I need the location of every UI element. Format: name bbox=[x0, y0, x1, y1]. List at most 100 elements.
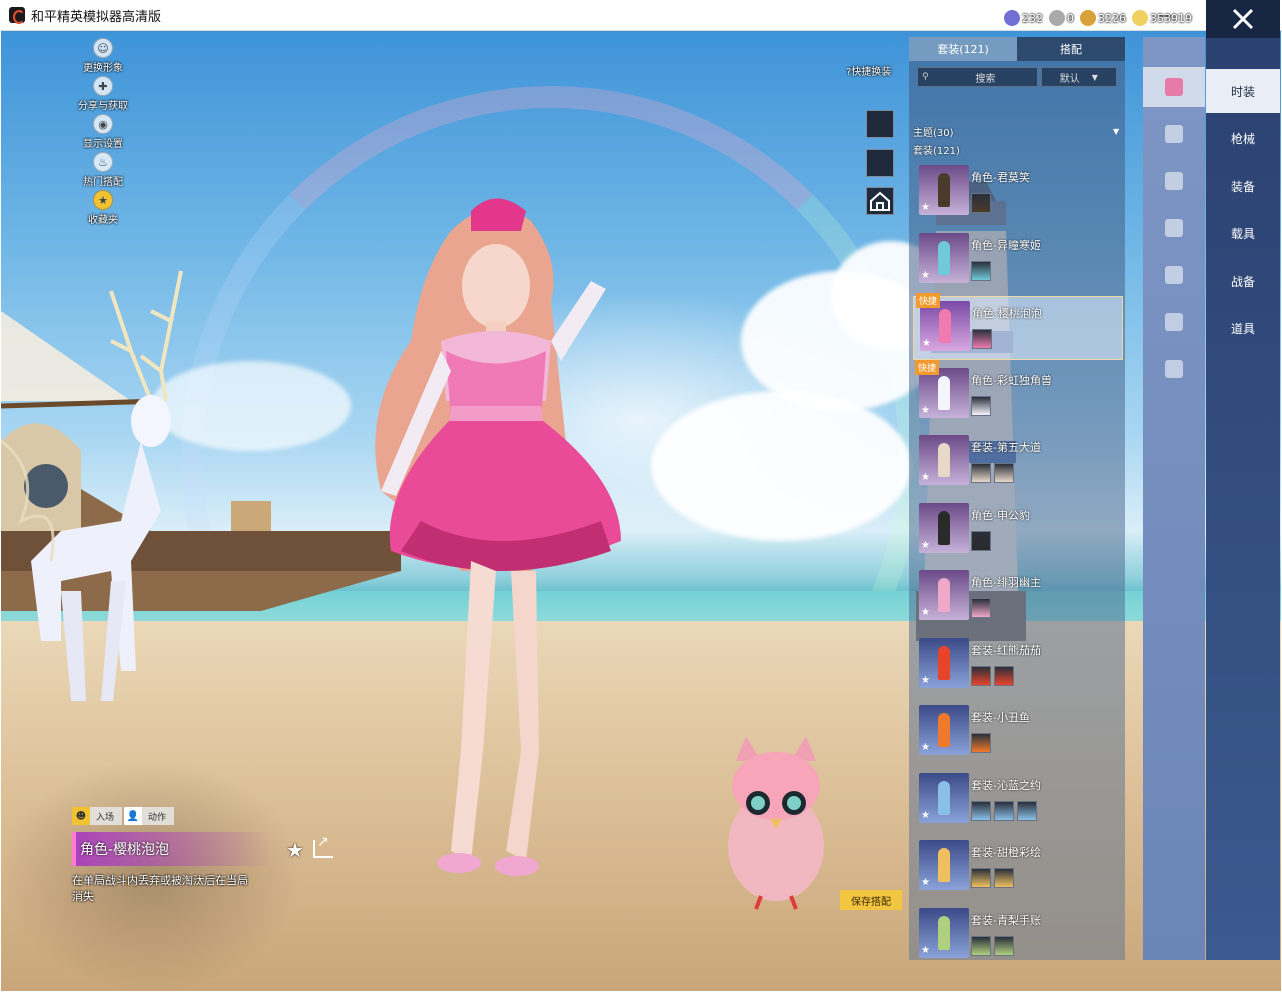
category-dress[interactable] bbox=[1143, 255, 1205, 295]
category-hat[interactable] bbox=[1143, 114, 1205, 154]
outfit-row[interactable]: ★ 套装-青梨手账 bbox=[913, 904, 1123, 968]
outfit-name: 角色-彩虹独角兽 bbox=[971, 373, 1052, 387]
outfit-part-thumb[interactable] bbox=[971, 193, 991, 213]
outfit-part-thumb[interactable] bbox=[971, 598, 991, 618]
category-glasses[interactable] bbox=[1143, 161, 1205, 201]
white-deer bbox=[1, 270, 183, 701]
side-tab[interactable]: 战备 bbox=[1206, 259, 1280, 303]
category-shoes[interactable] bbox=[1143, 349, 1205, 389]
category-pants[interactable] bbox=[1143, 302, 1205, 342]
change-avatar-button[interactable]: ☺ 更换形象 bbox=[58, 38, 148, 76]
outfit-part-thumb[interactable] bbox=[972, 329, 992, 349]
quick-slot-1[interactable] bbox=[866, 110, 894, 138]
dress-icon bbox=[1165, 266, 1183, 284]
outfit-thumbnail: ★ bbox=[919, 772, 969, 823]
tab-matching[interactable]: 搭配 bbox=[1017, 37, 1125, 61]
quick-change-label: ?快捷换装 bbox=[846, 67, 892, 78]
side-tab[interactable]: 装备 bbox=[1206, 164, 1280, 208]
category-face[interactable] bbox=[1143, 208, 1205, 248]
favorites-button[interactable]: ★ 收藏夹 bbox=[58, 190, 148, 228]
group-theme[interactable]: 主题(30) bbox=[913, 124, 954, 139]
quick-tag: 快捷 bbox=[916, 293, 941, 308]
outfit-thumbnail: ★ bbox=[919, 705, 969, 755]
outfit-part-thumb[interactable] bbox=[971, 463, 991, 483]
outfit-row[interactable]: ★ 套装-甜橙彩绘 bbox=[913, 836, 1123, 900]
close-wardrobe-button[interactable] bbox=[1206, 0, 1280, 38]
outfit-figure bbox=[938, 443, 950, 477]
outfit-thumbnail: ★ bbox=[919, 367, 969, 418]
outfit-part-thumb[interactable] bbox=[994, 935, 1014, 956]
outfit-part-thumb[interactable] bbox=[971, 800, 991, 821]
share-get-button[interactable]: ✚ 分享与获取 bbox=[58, 76, 148, 114]
category-column bbox=[1143, 37, 1205, 960]
fire-icon: ♨ bbox=[93, 152, 113, 172]
side-tab[interactable]: 时装 bbox=[1206, 69, 1280, 113]
outfit-name: 套装-甜橙彩绘 bbox=[971, 846, 1041, 859]
quick-slot-add[interactable] bbox=[866, 187, 894, 215]
current-outfit-banner: 角色-樱桃泡泡 bbox=[72, 832, 272, 866]
coupon-icon bbox=[1004, 10, 1020, 26]
outfit-figure bbox=[938, 645, 950, 680]
star-icon: ★ bbox=[921, 404, 930, 416]
group-outfits: 套装(121) bbox=[913, 146, 960, 157]
save-outfit-button[interactable]: 保存搭配 bbox=[840, 890, 902, 910]
outfit-part-thumb[interactable] bbox=[971, 868, 991, 888]
currency-gold-coin: 353919 bbox=[1132, 10, 1192, 26]
outfit-parts bbox=[971, 868, 1014, 888]
outfit-part-thumb[interactable] bbox=[971, 665, 991, 686]
outfit-parts bbox=[971, 395, 991, 416]
outfit-icon bbox=[1165, 78, 1183, 96]
outfit-part-thumb[interactable] bbox=[971, 395, 991, 416]
outfit-figure bbox=[938, 713, 950, 747]
side-tab[interactable]: 载具 bbox=[1206, 212, 1280, 256]
outfit-row[interactable]: ★ 套装-第五大道 bbox=[913, 431, 1123, 495]
outfit-row[interactable]: ★ 角色-彩虹独角兽 快捷 bbox=[913, 359, 1123, 428]
outfit-row[interactable]: ★ 角色-君莫笑 bbox=[913, 161, 1123, 225]
outfit-part-thumb[interactable] bbox=[994, 868, 1014, 888]
outfit-figure bbox=[939, 309, 951, 343]
outfit-row[interactable]: ★ 角色-樱桃泡泡 快捷 bbox=[913, 293, 1123, 360]
outfit-row[interactable]: ★ 套装-沁蓝之约 bbox=[913, 769, 1123, 833]
tab-entrance[interactable]: ☻ 入场 bbox=[72, 807, 123, 825]
quick-slot-2[interactable] bbox=[866, 149, 894, 177]
sort-dropdown[interactable]: 默认 ▼ bbox=[1040, 67, 1117, 87]
tab-action[interactable]: 👤 动作 bbox=[124, 807, 175, 825]
app-icon bbox=[9, 7, 25, 24]
side-tab[interactable]: 道具 bbox=[1206, 307, 1280, 351]
outfit-thumbnail: ★ bbox=[919, 165, 969, 215]
star-favorite-icon[interactable]: ★ bbox=[286, 838, 304, 862]
tab-outfits[interactable]: 套装(121) bbox=[909, 37, 1017, 61]
outfit-thumbnail: ★ bbox=[919, 570, 969, 620]
display-settings-button[interactable]: ◉ 显示设置 bbox=[58, 114, 148, 152]
outfit-part-thumb[interactable] bbox=[971, 260, 991, 281]
outfit-tabs: 套装(121) 搭配 bbox=[909, 37, 1125, 61]
group-collapse-icon[interactable]: ▼ bbox=[1113, 127, 1119, 136]
outfit-row[interactable]: ★ 套装-红熊茄茄 bbox=[913, 634, 1123, 698]
outfit-part-thumb[interactable] bbox=[1017, 800, 1037, 821]
share-icon[interactable] bbox=[313, 834, 333, 858]
outfit-part-thumb[interactable] bbox=[971, 530, 991, 551]
outfit-row[interactable]: ★ 角色-绯羽幽主 bbox=[913, 566, 1123, 630]
outfit-name: 套装-小丑鱼 bbox=[971, 711, 1030, 724]
search-input[interactable]: ⚲ 搜索 bbox=[917, 67, 1038, 87]
outfit-part-thumb[interactable] bbox=[971, 935, 991, 956]
smile-icon: ☻ bbox=[72, 807, 90, 825]
outfit-row[interactable]: ★ 套装-小丑鱼 bbox=[913, 701, 1123, 765]
outfit-part-thumb[interactable] bbox=[994, 463, 1014, 483]
category-outfit[interactable] bbox=[1143, 67, 1205, 107]
outfit-part-thumb[interactable] bbox=[994, 665, 1014, 686]
share-get-icon: ✚ bbox=[93, 76, 113, 96]
hot-outfits-button[interactable]: ♨ 热门搭配 bbox=[58, 152, 148, 190]
outfit-name: 角色-樱桃泡泡 bbox=[972, 307, 1042, 320]
search-icon: ⚲ bbox=[922, 72, 929, 82]
outfit-row[interactable]: ★ 角色-申公豹 bbox=[913, 499, 1123, 563]
outfit-name: 套装-沁蓝之约 bbox=[971, 778, 1041, 792]
outfit-part-thumb[interactable] bbox=[971, 733, 991, 753]
person-icon: 👤 bbox=[124, 807, 143, 825]
currency-coupon: 232 bbox=[1004, 10, 1043, 26]
outfit-parts bbox=[971, 530, 991, 551]
outfit-part-thumb[interactable] bbox=[994, 800, 1014, 821]
outfit-parts bbox=[971, 193, 991, 213]
side-tab[interactable]: 枪械 bbox=[1206, 117, 1280, 161]
outfit-row[interactable]: ★ 角色-异瞳寒姬 bbox=[913, 229, 1123, 293]
